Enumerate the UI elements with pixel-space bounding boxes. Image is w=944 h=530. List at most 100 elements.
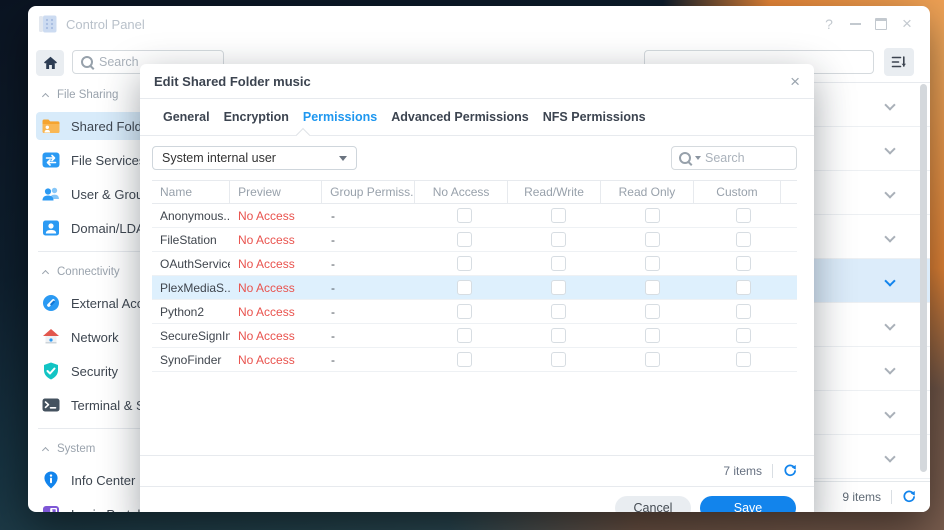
checkbox-read-only[interactable] [644,232,660,248]
table-row-selected[interactable]: PlexMediaS... No Access - [152,276,797,300]
tab-nfs-permissions[interactable]: NFS Permissions [536,110,653,124]
checkbox-read-only[interactable] [644,328,660,344]
checkbox-custom[interactable] [735,352,751,368]
cell-preview: No Access [238,232,295,247]
column-header-group-permissions[interactable]: Group Permiss... [321,181,414,203]
refresh-icon[interactable] [783,464,797,478]
close-icon[interactable]: × [894,11,920,37]
checkbox-custom[interactable] [735,232,751,248]
chevron-down-icon[interactable] [884,318,896,331]
chevron-down-icon[interactable] [884,362,896,375]
minimize-icon[interactable] [842,11,868,37]
chevron-down-icon[interactable] [884,274,896,287]
dialog-close-icon[interactable]: × [790,73,800,90]
user-type-select[interactable]: System internal user [152,146,357,170]
cell-name: SynoFinder [160,352,222,367]
domain-ldap-icon [41,218,61,238]
checkbox-no-access[interactable] [456,328,472,344]
window-titlebar[interactable]: Control Panel ? × [28,6,930,42]
column-header-read-only[interactable]: Read Only [599,181,693,203]
checkbox-custom[interactable] [735,280,751,296]
chevron-up-icon [41,446,50,455]
table-row[interactable]: Python2 No Access - [152,300,797,324]
column-header-preview[interactable]: Preview [229,181,321,203]
cell-preview: No Access [238,208,295,223]
checkbox-read-only[interactable] [644,256,660,272]
checkbox-read-write[interactable] [550,352,566,368]
table-row[interactable]: FileStation No Access - [152,228,797,252]
checkbox-read-only[interactable] [644,280,660,296]
terminal-icon [41,395,61,415]
search-icon [679,152,691,164]
table-row[interactable]: SecureSignIn No Access - [152,324,797,348]
checkbox-read-write[interactable] [550,304,566,320]
checkbox-read-only[interactable] [644,352,660,368]
chevron-down-icon[interactable] [884,450,896,463]
chevron-down-icon[interactable] [884,186,896,199]
checkbox-read-write[interactable] [550,208,566,224]
scrollbar[interactable] [920,84,927,472]
checkbox-read-write[interactable] [550,256,566,272]
items-count: 9 items [842,490,881,504]
cell-group-permissions: - [331,280,335,295]
checkbox-custom[interactable] [735,304,751,320]
cancel-button[interactable]: Cancel [615,495,691,512]
window-body: File Sharing Shared Folder File Services [28,42,930,512]
help-icon[interactable]: ? [816,11,842,37]
table-row[interactable]: Anonymous... No Access - [152,204,797,228]
column-header-custom[interactable]: Custom [692,181,780,203]
tab-advanced-permissions[interactable]: Advanced Permissions [384,110,536,124]
table-header: Name Preview Group Permiss... No Access … [152,180,797,204]
chevron-down-icon[interactable] [884,142,896,155]
tab-encryption[interactable]: Encryption [217,110,296,124]
column-header-read-write[interactable]: Read/Write [507,181,600,203]
sort-button[interactable] [884,48,914,76]
dialog-title: Edit Shared Folder music [154,73,311,89]
window-title: Control Panel [66,16,145,32]
checkbox-read-write[interactable] [550,232,566,248]
checkbox-read-write[interactable] [550,328,566,344]
items-count: 7 items [723,464,762,478]
checkbox-no-access[interactable] [456,256,472,272]
chevron-down-icon[interactable] [884,230,896,243]
refresh-icon[interactable] [902,490,916,504]
table-row[interactable]: OAuthService No Access - [152,252,797,276]
checkbox-read-only[interactable] [644,304,660,320]
table-row[interactable]: SynoFinder No Access - [152,348,797,372]
home-button[interactable] [36,50,64,76]
chevron-down-icon[interactable] [884,98,896,111]
chevron-down-icon[interactable] [884,406,896,419]
cell-preview: No Access [238,304,295,319]
info-center-icon [41,470,61,490]
maximize-icon[interactable] [868,11,894,37]
save-button[interactable]: Save [700,495,796,512]
checkbox-no-access[interactable] [456,352,472,368]
checkbox-custom[interactable] [735,328,751,344]
chevron-up-icon [41,92,50,101]
column-header-name[interactable]: Name [152,181,229,203]
cell-group-permissions: - [331,256,335,271]
checkbox-read-only[interactable] [644,208,660,224]
tab-general[interactable]: General [156,110,217,124]
cell-group-permissions: - [331,232,335,247]
dialog-controls: System internal user [140,136,814,180]
checkbox-no-access[interactable] [456,304,472,320]
checkbox-no-access[interactable] [456,208,472,224]
checkbox-no-access[interactable] [456,280,472,296]
dialog-search-input[interactable] [705,151,789,165]
shared-folder-icon [41,116,61,136]
cell-name: FileStation [160,232,217,247]
desktop: Control Panel ? × Search File Sharing Sh… [0,0,944,530]
dialog-search[interactable] [671,146,797,170]
cell-group-permissions: - [331,352,335,367]
checkbox-custom[interactable] [735,256,751,272]
edit-shared-folder-dialog: Edit Shared Folder music × General Encry… [140,64,814,512]
cell-name: SecureSignIn [160,328,230,343]
column-header-no-access[interactable]: No Access [414,181,507,203]
cell-name: OAuthService [160,256,230,271]
sidebar-item-label: Network [71,329,119,345]
tab-permissions[interactable]: Permissions [296,110,384,124]
checkbox-read-write[interactable] [550,280,566,296]
checkbox-no-access[interactable] [456,232,472,248]
checkbox-custom[interactable] [735,208,751,224]
